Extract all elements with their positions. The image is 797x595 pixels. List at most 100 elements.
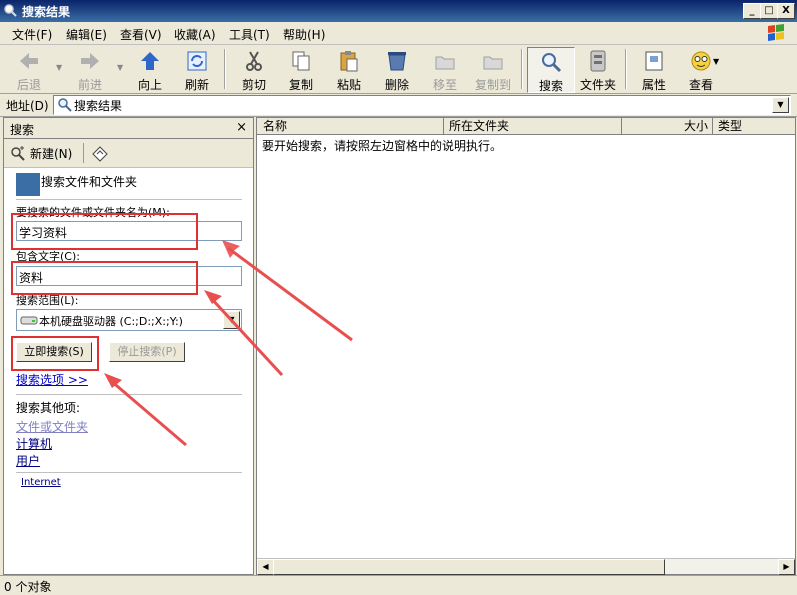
copy-label: 复制 bbox=[288, 78, 313, 92]
forward-dropdown-icon[interactable]: ▼ bbox=[117, 63, 123, 72]
refresh-button[interactable]: 刷新 bbox=[174, 47, 220, 92]
copy-button[interactable]: 复制 bbox=[278, 47, 324, 92]
toolbar-separator bbox=[625, 49, 627, 89]
minimize-button[interactable]: _ bbox=[743, 3, 761, 19]
view-button[interactable]: 查看 bbox=[678, 47, 724, 92]
results-column-header: 名称 所在文件夹 大小 类型 bbox=[257, 118, 795, 135]
search-button[interactable]: 搜索 bbox=[527, 47, 575, 93]
divider bbox=[16, 199, 242, 200]
delete-icon bbox=[388, 52, 406, 71]
stop-search-button[interactable]: 停止搜索(P) bbox=[109, 342, 185, 362]
scroll-thumb[interactable] bbox=[273, 559, 665, 575]
back-dropdown-icon[interactable]: ▼ bbox=[56, 63, 62, 72]
other-item-users[interactable]: 用户 bbox=[16, 452, 40, 469]
menu-view[interactable]: 查看(V) bbox=[120, 26, 162, 43]
search-pane-title: 搜索 bbox=[10, 123, 35, 137]
scope-value: 本机硬盘驱动器 (C:;D:;X:;Y:) bbox=[39, 315, 183, 328]
refresh-icon bbox=[187, 51, 207, 71]
folders-button[interactable]: 文件夹 bbox=[575, 47, 621, 92]
view-dropdown-icon[interactable]: ▼ bbox=[713, 57, 719, 66]
back-button[interactable]: 后退 bbox=[6, 47, 52, 92]
windows-logo-icon bbox=[768, 24, 784, 41]
address-input[interactable]: 搜索结果 ▼ bbox=[53, 95, 791, 115]
move-to-button[interactable]: 移至 bbox=[422, 47, 468, 92]
scroll-right-icon[interactable]: ▶ bbox=[778, 559, 795, 575]
toolbar-separator bbox=[521, 49, 523, 89]
back-arrow-icon bbox=[20, 53, 38, 69]
search-header-icon bbox=[16, 173, 40, 196]
window-title: 搜索结果 bbox=[22, 5, 71, 19]
internet-link[interactable]: Internet bbox=[21, 477, 61, 488]
hard-drive-icon bbox=[20, 316, 38, 325]
search-options-link[interactable]: 搜索选项 >> bbox=[16, 371, 88, 388]
column-name[interactable]: 名称 bbox=[257, 118, 444, 134]
view-label: 查看 bbox=[688, 78, 713, 92]
menu-bar: 文件(F) 编辑(E) 查看(V) 收藏(A) 工具(T) 帮助(H) bbox=[0, 22, 797, 45]
move-to-label: 移至 bbox=[432, 78, 457, 92]
search-header-title: 搜索文件和文件夹 bbox=[41, 175, 138, 189]
other-item-files[interactable]: 文件或文件夹 bbox=[16, 418, 88, 435]
delete-label: 删除 bbox=[384, 78, 409, 92]
menu-edit[interactable]: 编辑(E) bbox=[66, 26, 107, 43]
chevron-down-icon[interactable]: ▼ bbox=[223, 311, 240, 329]
menu-favorites[interactable]: 收藏(A) bbox=[174, 26, 216, 43]
cut-button[interactable]: 剪切 bbox=[231, 47, 277, 92]
address-bar: 地址(D) 搜索结果 ▼ bbox=[0, 94, 797, 117]
close-pane-icon[interactable]: × bbox=[236, 120, 247, 135]
folders-icon bbox=[590, 50, 606, 72]
annotation-box-name bbox=[11, 213, 198, 250]
scroll-left-icon[interactable]: ◀ bbox=[257, 559, 274, 575]
divider bbox=[16, 472, 242, 473]
paste-button[interactable]: 粘贴 bbox=[326, 47, 372, 92]
up-arrow-icon bbox=[141, 52, 159, 70]
up-button[interactable]: 向上 bbox=[127, 47, 173, 92]
other-items-label: 搜索其他项: bbox=[16, 401, 81, 415]
menu-help[interactable]: 帮助(H) bbox=[283, 26, 325, 43]
column-size[interactable]: 大小 bbox=[622, 118, 713, 134]
forward-label: 前进 bbox=[77, 78, 102, 92]
annotation-box-text bbox=[11, 261, 198, 295]
status-bar: 0 个对象 bbox=[0, 575, 797, 594]
copy-to-label: 复制到 bbox=[474, 78, 511, 92]
title-bar: 搜索结果 _ □ X bbox=[0, 0, 797, 22]
search-icon bbox=[4, 4, 17, 17]
paste-label: 粘贴 bbox=[336, 78, 361, 92]
move-to-icon bbox=[435, 56, 455, 70]
search-pane-toolbar: 新建(N) bbox=[4, 139, 253, 168]
paste-icon bbox=[340, 51, 358, 72]
status-text: 0 个对象 bbox=[4, 580, 52, 594]
properties-button[interactable]: 属性 bbox=[631, 47, 677, 92]
column-type[interactable]: 类型 bbox=[713, 118, 794, 134]
toolbar-separator bbox=[224, 49, 226, 89]
search-icon bbox=[542, 53, 562, 73]
refresh-label: 刷新 bbox=[184, 78, 209, 92]
forward-arrow-icon bbox=[81, 53, 99, 69]
edit-icon[interactable] bbox=[91, 144, 109, 162]
scope-select[interactable]: 本机硬盘驱动器 (C:;D:;X:;Y:) ▼ bbox=[16, 309, 242, 331]
menu-file[interactable]: 文件(F) bbox=[12, 26, 52, 43]
new-search-button[interactable]: 新建(N) bbox=[30, 145, 72, 162]
delete-button[interactable]: 删除 bbox=[374, 47, 420, 92]
properties-icon bbox=[645, 51, 663, 71]
chevron-down-icon[interactable]: ▼ bbox=[772, 97, 789, 113]
divider bbox=[16, 394, 242, 395]
horizontal-scrollbar[interactable]: ◀ ▶ bbox=[257, 558, 795, 575]
column-folder[interactable]: 所在文件夹 bbox=[444, 118, 622, 134]
new-search-icon bbox=[11, 146, 25, 161]
copy-icon bbox=[292, 51, 310, 71]
copy-to-icon bbox=[483, 56, 503, 70]
maximize-button[interactable]: □ bbox=[760, 3, 778, 19]
search-label: 搜索 bbox=[538, 79, 563, 93]
search-pane-header: 搜索 × bbox=[4, 118, 253, 139]
annotation-box-search-now bbox=[11, 336, 99, 371]
properties-label: 属性 bbox=[641, 78, 666, 92]
address-value: 搜索结果 bbox=[74, 99, 123, 113]
up-label: 向上 bbox=[137, 78, 162, 92]
cut-label: 剪切 bbox=[241, 78, 266, 92]
menu-tools[interactable]: 工具(T) bbox=[229, 26, 270, 43]
other-item-computer[interactable]: 计算机 bbox=[16, 435, 52, 452]
scissors-icon bbox=[246, 51, 262, 71]
forward-button[interactable]: 前进 bbox=[67, 47, 113, 92]
close-button[interactable]: X bbox=[777, 3, 795, 19]
copy-to-button[interactable]: 复制到 bbox=[470, 47, 516, 92]
